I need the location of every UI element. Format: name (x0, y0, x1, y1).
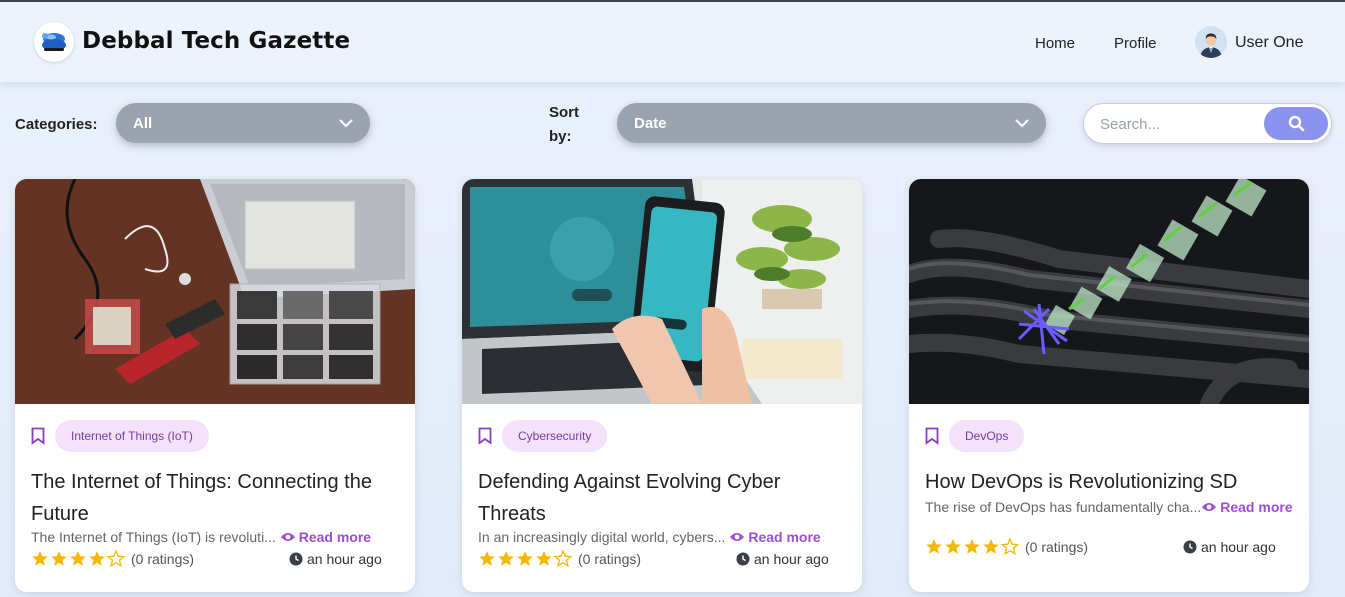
article-card[interactable]: DevOps How DevOps is Revolutionizing SD … (909, 179, 1309, 592)
search-button[interactable] (1264, 107, 1328, 140)
brand-title[interactable]: Debbal Tech Gazette (82, 28, 350, 54)
ratings-count: (0 ratings) (578, 551, 642, 567)
article-image[interactable] (909, 179, 1309, 404)
eye-icon (1202, 503, 1217, 511)
post-time: an hour ago (1183, 539, 1276, 555)
nav-home-link[interactable]: Home (1035, 35, 1075, 52)
excerpt-text: The Internet of Things (IoT) is revoluti… (31, 529, 276, 545)
categories-label: Categories: (15, 116, 98, 133)
star-rating[interactable] (925, 538, 1021, 556)
chevron-down-icon (1015, 119, 1029, 128)
chevron-down-icon (339, 119, 353, 128)
read-more-link[interactable]: Read more (280, 529, 371, 545)
article-image[interactable] (15, 179, 415, 404)
article-excerpt: In an increasingly digital world, cybers… (478, 529, 821, 545)
read-more-label: Read more (748, 529, 821, 545)
bookmark-icon[interactable] (31, 427, 45, 445)
user-name-label[interactable]: User One (1235, 34, 1303, 52)
post-time-text: an hour ago (754, 551, 829, 567)
article-title[interactable]: How DevOps is Revolutionizing SD (925, 466, 1295, 498)
article-excerpt: The Internet of Things (IoT) is revoluti… (31, 529, 371, 545)
read-more-link[interactable]: Read more (729, 529, 821, 545)
sort-select[interactable]: Date (617, 103, 1046, 143)
logo-icon[interactable] (34, 22, 74, 62)
eye-icon (280, 533, 295, 541)
excerpt-text: The rise of DevOps has fundamentally cha… (925, 499, 1202, 515)
ratings-count: (0 ratings) (1025, 539, 1089, 555)
read-more-link[interactable]: Read more (1201, 499, 1293, 515)
post-time-text: an hour ago (307, 551, 382, 567)
article-image[interactable] (462, 179, 862, 404)
nav-profile-link[interactable]: Profile (1114, 35, 1157, 52)
bookmark-icon[interactable] (478, 427, 492, 445)
categories-selected-value: All (133, 115, 153, 132)
article-card[interactable]: Internet of Things (IoT) The Internet of… (15, 179, 415, 592)
article-title[interactable]: The Internet of Things: Connecting the F… (31, 466, 401, 530)
article-excerpt: The rise of DevOps has fundamentally cha… (925, 497, 1295, 517)
read-more-label: Read more (298, 529, 372, 545)
categories-select[interactable]: All (116, 103, 370, 143)
category-tag[interactable]: Internet of Things (IoT) (55, 420, 209, 452)
sort-by-label: Sort by: (549, 104, 579, 145)
article-card[interactable]: Cybersecurity Defending Against Evolving… (462, 179, 862, 592)
post-time-text: an hour ago (1201, 539, 1276, 555)
post-time: an hour ago (289, 551, 382, 567)
clock-icon (1183, 540, 1197, 554)
search-bar (1083, 103, 1332, 144)
clock-icon (289, 552, 303, 566)
category-tag[interactable]: DevOps (949, 420, 1025, 452)
excerpt-text: In an increasingly digital world, cybers… (478, 529, 726, 545)
search-input[interactable] (1100, 114, 1260, 134)
top-navbar: Debbal Tech Gazette Home Profile User On… (0, 2, 1345, 82)
bookmark-icon[interactable] (925, 427, 939, 445)
ratings-count: (0 ratings) (131, 551, 195, 567)
clock-icon (736, 552, 750, 566)
category-tag[interactable]: Cybersecurity (502, 420, 608, 452)
star-rating[interactable] (31, 550, 127, 568)
eye-icon (730, 533, 745, 541)
star-rating[interactable] (478, 550, 574, 568)
sort-selected-value: Date (634, 115, 667, 132)
post-time: an hour ago (736, 551, 829, 567)
user-avatar[interactable] (1195, 26, 1227, 58)
article-title[interactable]: Defending Against Evolving Cyber Threats (478, 466, 848, 530)
search-icon (1288, 115, 1305, 132)
read-more-label: Read more (1220, 499, 1293, 515)
